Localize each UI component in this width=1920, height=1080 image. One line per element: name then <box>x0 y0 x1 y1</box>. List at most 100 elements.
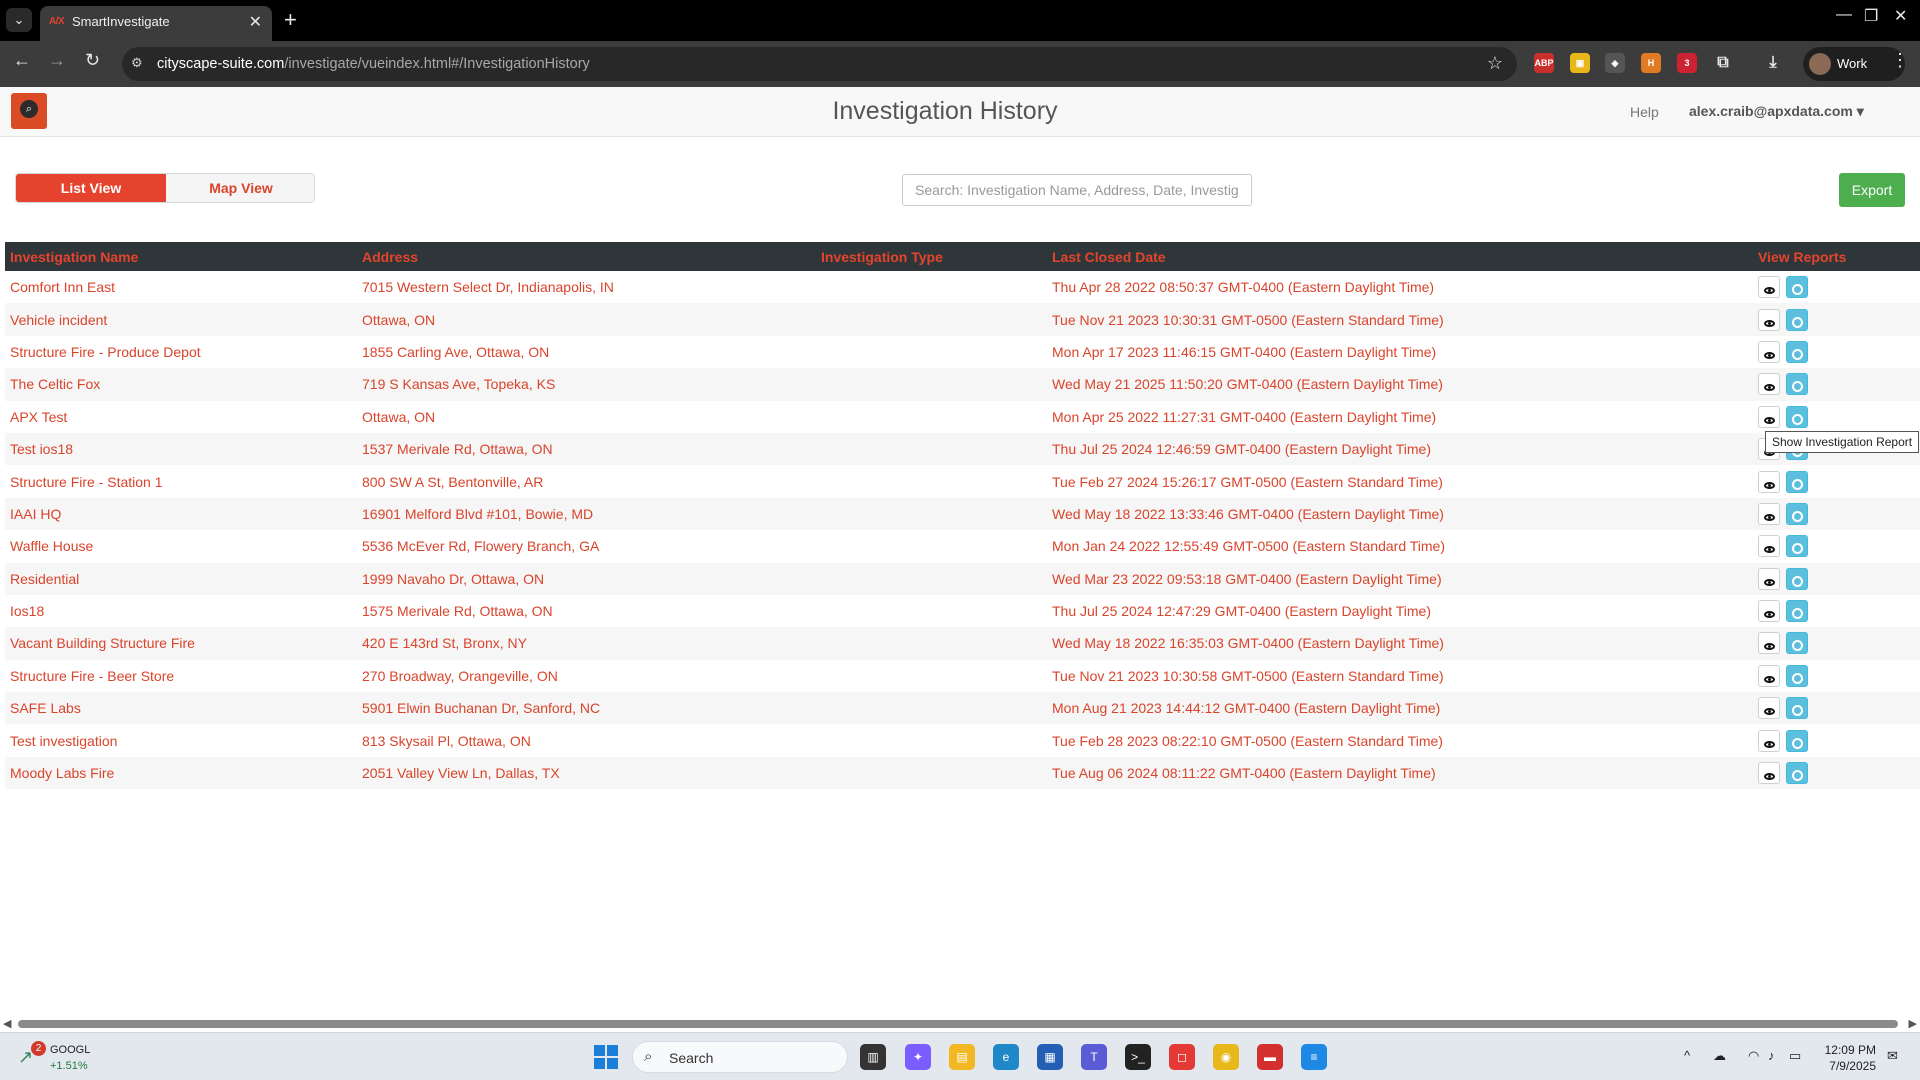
investigation-name[interactable]: IAAI HQ <box>5 497 357 531</box>
investigation-name[interactable]: SAFE Labs <box>5 692 357 725</box>
table-row[interactable]: The Celtic Fox 719 S Kansas Ave, Topeka, … <box>5 368 1920 401</box>
clock-icon[interactable] <box>1786 632 1808 655</box>
eye-icon[interactable] <box>1758 470 1780 493</box>
edge-icon[interactable]: e <box>993 1044 1019 1070</box>
clock-icon[interactable] <box>1786 502 1808 525</box>
table-row[interactable]: Test investigation 813 Skysail Pl, Ottawa… <box>5 724 1920 757</box>
investigation-name[interactable]: Structure Fire - Station 1 <box>5 465 357 498</box>
user-menu[interactable]: alex.craib@apxdata.com ▾ <box>1689 103 1864 120</box>
list-view-button[interactable]: List View <box>16 174 166 202</box>
tab-close-icon[interactable]: ✕ <box>249 12 262 32</box>
table-row[interactable]: Structure Fire - Beer Store 270 Broadway,… <box>5 659 1920 693</box>
clock-icon[interactable] <box>1786 664 1808 687</box>
export-button[interactable]: Export <box>1839 173 1905 207</box>
onedrive-icon[interactable]: ☁ <box>1713 1048 1726 1064</box>
horizontal-scrollbar[interactable]: ◀ ▶ <box>0 1017 1920 1031</box>
reload-icon[interactable]: ↻ <box>85 50 100 71</box>
clock-icon[interactable] <box>1786 697 1808 720</box>
clock-icon[interactable] <box>1786 308 1808 331</box>
profile-chip[interactable]: Work <box>1803 47 1905 81</box>
star-icon[interactable]: ☆ <box>1487 53 1503 74</box>
investigation-name[interactable]: Ios18 <box>5 594 357 628</box>
clock-icon[interactable] <box>1786 340 1808 363</box>
clock-icon[interactable] <box>1786 762 1808 785</box>
url-text[interactable]: cityscape-suite.com/investigate/vueindex… <box>157 56 590 72</box>
file-explorer-icon[interactable]: ▤ <box>949 1044 975 1070</box>
tab-list-button[interactable]: ⌄ <box>6 8 32 32</box>
investigation-name[interactable]: Test investigation <box>5 724 357 757</box>
column-header-date[interactable]: Last Closed Date <box>1047 242 1753 271</box>
eye-icon[interactable] <box>1758 405 1780 428</box>
eye-icon[interactable] <box>1758 697 1780 720</box>
clock-icon[interactable] <box>1786 470 1808 493</box>
scroll-right-icon[interactable]: ▶ <box>1909 1017 1917 1030</box>
clock-icon[interactable] <box>1786 729 1808 752</box>
browser-menu-icon[interactable]: ⋮ <box>1891 50 1909 71</box>
taskbar-date[interactable]: 7/9/2025 <box>1824 1059 1876 1073</box>
slides-icon[interactable]: ▬ <box>1257 1044 1283 1070</box>
help-link[interactable]: Help <box>1630 104 1659 120</box>
windows-start-icon[interactable] <box>594 1045 618 1069</box>
table-row[interactable]: Residential 1999 Navaho Dr, Ottawa, ON Wed… <box>5 562 1920 595</box>
clock-icon[interactable] <box>1786 373 1808 396</box>
eye-icon[interactable] <box>1758 600 1780 623</box>
table-row[interactable]: Vacant Building Structure Fire 420 E 143r… <box>5 627 1920 660</box>
task-view-icon[interactable]: ▥ <box>860 1044 886 1070</box>
address-bar[interactable]: ⚙ cityscape-suite.com/investigate/vueind… <box>122 47 1517 81</box>
investigation-name[interactable]: Moody Labs Fire <box>5 756 357 790</box>
extension-icon[interactable]: ◈ <box>1605 53 1625 73</box>
eye-icon[interactable] <box>1758 308 1780 331</box>
wifi-icon[interactable]: ◠ <box>1748 1048 1759 1064</box>
search-input[interactable] <box>902 174 1252 206</box>
eye-icon[interactable] <box>1758 567 1780 590</box>
table-row[interactable]: Comfort Inn East 7015 Western Select Dr, … <box>5 271 1920 304</box>
download-icon[interactable]: ⤓ <box>1763 53 1783 73</box>
terminal-icon[interactable]: >_ <box>1125 1044 1151 1070</box>
back-icon[interactable]: ← <box>13 50 31 71</box>
clock-icon[interactable] <box>1786 405 1808 428</box>
table-row[interactable]: Ios18 1575 Merivale Rd, Ottawa, ON Thu Jul… <box>5 594 1920 628</box>
notes-extension-icon[interactable]: ▣ <box>1570 53 1590 73</box>
taskbar-search[interactable]: ⌕ Search <box>632 1041 848 1073</box>
notepad-icon[interactable]: ≡ <box>1301 1044 1327 1070</box>
table-row[interactable]: Waffle House 5536 McEver Rd, Flowery Bran… <box>5 530 1920 563</box>
investigation-name[interactable]: Structure Fire - Produce Depot <box>5 335 357 369</box>
investigation-name[interactable]: Comfort Inn East <box>5 271 357 304</box>
eye-icon[interactable] <box>1758 502 1780 525</box>
column-header-name[interactable]: Investigation Name <box>5 242 357 271</box>
table-row[interactable]: Vehicle incident Ottawa, ON Tue Nov 21 202… <box>5 303 1920 336</box>
investigation-name[interactable]: The Celtic Fox <box>5 368 357 401</box>
taskbar-time[interactable]: 12:09 PM <box>1824 1043 1876 1057</box>
eye-icon[interactable] <box>1758 373 1780 396</box>
forward-icon[interactable]: → <box>48 50 66 71</box>
eye-icon[interactable] <box>1758 340 1780 363</box>
store-icon[interactable]: ▦ <box>1037 1044 1063 1070</box>
map-view-button[interactable]: Map View <box>166 174 314 202</box>
scroll-left-icon[interactable]: ◀ <box>3 1017 11 1030</box>
table-row[interactable]: Structure Fire - Produce Depot 1855 Carli… <box>5 335 1920 369</box>
table-row[interactable]: SAFE Labs 5901 Elwin Buchanan Dr, Sanford… <box>5 692 1920 725</box>
eye-icon[interactable] <box>1758 729 1780 752</box>
tray-overflow-icon[interactable]: ^ <box>1684 1048 1690 1063</box>
profile-extension-icon[interactable]: 3 <box>1677 53 1697 73</box>
table-row[interactable]: Test ios18 1537 Merivale Rd, Ottawa, ON Th… <box>5 432 1920 466</box>
teams-icon[interactable]: T <box>1081 1044 1107 1070</box>
investigation-name[interactable]: Structure Fire - Beer Store <box>5 659 357 693</box>
extensions-puzzle-icon[interactable]: ⧉ <box>1713 53 1733 73</box>
investigation-name[interactable]: APX Test <box>5 400 357 433</box>
table-row[interactable]: Structure Fire - Station 1 800 SW A St, B… <box>5 465 1920 498</box>
investigation-name[interactable]: Vehicle incident <box>5 303 357 336</box>
investigation-name[interactable]: Test ios18 <box>5 432 357 466</box>
eye-icon[interactable] <box>1758 762 1780 785</box>
new-tab-icon[interactable]: + <box>284 7 297 33</box>
eye-icon[interactable] <box>1758 632 1780 655</box>
copilot-icon[interactable]: ✦ <box>905 1044 931 1070</box>
eye-icon[interactable] <box>1758 664 1780 687</box>
notification-icon[interactable]: ✉ <box>1887 1048 1898 1064</box>
clock-icon[interactable] <box>1786 600 1808 623</box>
browser-tab[interactable]: A/X SmartInvestigate ✕ <box>40 6 272 41</box>
adblock-icon[interactable]: ABP <box>1534 53 1554 73</box>
scrollbar-thumb[interactable] <box>18 1020 1898 1028</box>
battery-icon[interactable]: ▭ <box>1789 1048 1801 1064</box>
clock-icon[interactable] <box>1786 567 1808 590</box>
